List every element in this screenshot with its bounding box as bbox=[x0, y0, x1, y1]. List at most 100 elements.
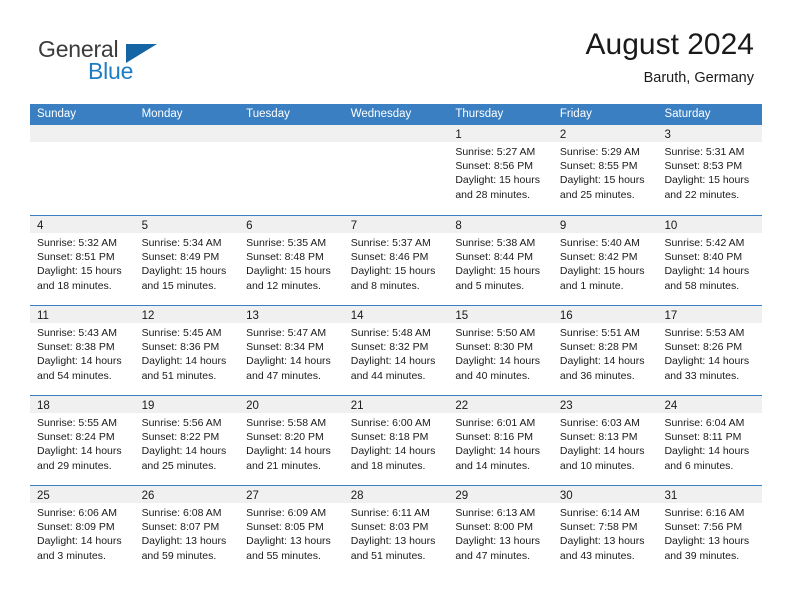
weekday-sunday: Sunday bbox=[37, 108, 77, 120]
day-number: 3 bbox=[664, 129, 671, 141]
daylight-text: Daylight: 13 hours and 55 minutes. bbox=[246, 535, 331, 562]
day-cell[interactable]: 29 Sunrise: 6:13 AM Sunset: 8:00 PM Dayligh… bbox=[448, 486, 553, 575]
daylight-text: Daylight: 14 hours and 6 minutes. bbox=[664, 445, 750, 472]
day-cell[interactable]: 25 Sunrise: 6:06 AM Sunset: 8:09 PM Dayligh… bbox=[30, 486, 135, 575]
day-cell[interactable]: 6 Sunrise: 5:35 AM Sunset: 8:48 PM Daylight… bbox=[239, 216, 344, 305]
sunset-text: Sunset: 8:34 PM bbox=[246, 341, 324, 354]
day-cell[interactable]: 26 Sunrise: 6:08 AM Sunset: 8:07 PM Dayligh… bbox=[134, 486, 240, 575]
title-block: August 2024 Baruth, Germany bbox=[586, 26, 754, 88]
day-number: 2 bbox=[559, 129, 567, 141]
day-sun-info: Sunrise: 5:32 AM Sunset: 8:51 PM Daylight:… bbox=[30, 233, 135, 293]
day-number: 8 bbox=[455, 220, 462, 232]
day-sun-info: Sunrise: 5:50 AM Sunset: 8:30 PM Daylight:… bbox=[448, 323, 553, 383]
calendar-grid: Sunday Monday Tuesday Wednesday Thursday… bbox=[30, 104, 763, 575]
day-cell[interactable]: 24 Sunrise: 6:04 AM Sunset: 8:11 PM Dayligh… bbox=[657, 396, 763, 485]
day-number-strip: 18 bbox=[30, 396, 135, 413]
day-cell[interactable]: 27 Sunrise: 6:09 AM Sunset: 8:05 PM Dayligh… bbox=[239, 486, 344, 575]
day-sun-info: Sunrise: 5:55 AM Sunset: 8:24 PM Daylight:… bbox=[30, 413, 135, 473]
brand-logo[interactable]: General Blue bbox=[38, 36, 268, 92]
day-cell[interactable]: 23 Sunrise: 6:03 AM Sunset: 8:13 PM Dayligh… bbox=[552, 396, 658, 485]
day-number-strip: 10 bbox=[657, 216, 763, 233]
day-cell[interactable]: 28 Sunrise: 6:11 AM Sunset: 8:03 PM Dayligh… bbox=[343, 486, 449, 575]
day-cell[interactable]: 15 Sunrise: 5:50 AM Sunset: 8:30 PM Dayligh… bbox=[448, 306, 553, 395]
day-cell[interactable]: 22 Sunrise: 6:01 AM Sunset: 8:16 PM Dayligh… bbox=[448, 396, 553, 485]
day-cell[interactable]: 14 Sunrise: 5:48 AM Sunset: 8:32 PM Dayligh… bbox=[343, 306, 449, 395]
day-cell-empty bbox=[134, 125, 240, 214]
day-number: 5 bbox=[141, 220, 148, 232]
sunrise-text: Sunrise: 5:27 AM bbox=[455, 146, 536, 158]
day-cell[interactable]: 18 Sunrise: 5:55 AM Sunset: 8:24 PM Dayligh… bbox=[30, 396, 135, 485]
day-cell[interactable]: 7 Sunrise: 5:37 AM Sunset: 8:46 PM Daylight… bbox=[343, 216, 449, 305]
weekday-saturday: Saturday bbox=[664, 108, 711, 120]
day-cell[interactable]: 16 Sunrise: 5:51 AM Sunset: 8:28 PM Dayligh… bbox=[552, 306, 658, 395]
daylight-text: Daylight: 15 hours and 5 minutes. bbox=[455, 265, 540, 292]
day-sun-info: Sunrise: 5:48 AM Sunset: 8:32 PM Daylight:… bbox=[344, 323, 449, 383]
day-number-strip: 6 bbox=[239, 216, 344, 233]
sunrise-text: Sunrise: 5:51 AM bbox=[559, 327, 640, 339]
day-cell[interactable]: 3 Sunrise: 5:31 AM Sunset: 8:53 PM Daylight… bbox=[657, 125, 763, 214]
daylight-text: Daylight: 15 hours and 8 minutes. bbox=[350, 265, 436, 292]
day-cell[interactable]: 20 Sunrise: 5:58 AM Sunset: 8:20 PM Dayligh… bbox=[239, 396, 344, 485]
daylight-text: Daylight: 14 hours and 25 minutes. bbox=[141, 445, 227, 472]
day-number-strip: 30 bbox=[552, 486, 658, 503]
sunset-text: Sunset: 8:28 PM bbox=[559, 341, 638, 354]
day-sun-info: Sunrise: 6:08 AM Sunset: 8:07 PM Daylight:… bbox=[135, 503, 240, 563]
day-cell[interactable]: 5 Sunrise: 5:34 AM Sunset: 8:49 PM Daylight… bbox=[134, 216, 240, 305]
day-cell[interactable]: 4 Sunrise: 5:32 AM Sunset: 8:51 PM Daylight… bbox=[30, 216, 135, 305]
sunset-text: Sunset: 8:46 PM bbox=[350, 251, 429, 264]
sunrise-text: Sunrise: 6:13 AM bbox=[455, 507, 536, 519]
day-cell[interactable]: 8 Sunrise: 5:38 AM Sunset: 8:44 PM Daylight… bbox=[448, 216, 553, 305]
sunset-text: Sunset: 8:32 PM bbox=[350, 341, 429, 354]
sunrise-text: Sunrise: 6:14 AM bbox=[559, 507, 640, 519]
day-cell[interactable]: 30 Sunrise: 6:14 AM Sunset: 7:58 PM Dayligh… bbox=[552, 486, 658, 575]
day-cell[interactable]: 12 Sunrise: 5:45 AM Sunset: 8:36 PM Dayligh… bbox=[134, 306, 240, 395]
day-sun-info: Sunrise: 5:53 AM Sunset: 8:26 PM Daylight:… bbox=[657, 323, 762, 383]
daylight-text: Daylight: 15 hours and 1 minute. bbox=[559, 265, 645, 292]
day-number-strip: 1 bbox=[448, 125, 553, 142]
day-number: 26 bbox=[141, 490, 155, 502]
daylight-text: Daylight: 15 hours and 18 minutes. bbox=[37, 265, 122, 292]
day-sun-info: Sunrise: 5:51 AM Sunset: 8:28 PM Daylight:… bbox=[553, 323, 658, 383]
day-number-strip: 8 bbox=[448, 216, 553, 233]
daylight-text: Daylight: 14 hours and 10 minutes. bbox=[559, 445, 645, 472]
day-number-strip: 16 bbox=[552, 306, 658, 323]
day-number: 30 bbox=[559, 490, 573, 502]
day-number-strip: 24 bbox=[657, 396, 763, 413]
day-cell[interactable]: 10 Sunrise: 5:42 AM Sunset: 8:40 PM Dayligh… bbox=[657, 216, 763, 305]
day-cell[interactable]: 9 Sunrise: 5:40 AM Sunset: 8:42 PM Daylight… bbox=[552, 216, 658, 305]
day-number: 18 bbox=[37, 400, 50, 412]
sunset-text: Sunset: 8:40 PM bbox=[664, 251, 743, 264]
sunrise-text: Sunrise: 6:01 AM bbox=[455, 417, 536, 429]
day-cell[interactable]: 13 Sunrise: 5:47 AM Sunset: 8:34 PM Dayligh… bbox=[239, 306, 344, 395]
day-number: 14 bbox=[350, 310, 364, 322]
sunrise-text: Sunrise: 6:11 AM bbox=[350, 507, 430, 519]
sunrise-text: Sunrise: 6:09 AM bbox=[246, 507, 327, 519]
day-number: 27 bbox=[246, 490, 259, 502]
day-number-strip: 12 bbox=[134, 306, 240, 323]
day-cell[interactable]: 21 Sunrise: 6:00 AM Sunset: 8:18 PM Dayligh… bbox=[343, 396, 449, 485]
day-sun-info: Sunrise: 6:03 AM Sunset: 8:13 PM Daylight:… bbox=[553, 413, 658, 473]
daylight-text: Daylight: 14 hours and 58 minutes. bbox=[664, 265, 750, 292]
day-number: 6 bbox=[246, 220, 253, 232]
sunset-text: Sunset: 7:58 PM bbox=[559, 521, 638, 534]
calendar-page: General Blue August 2024 Baruth, Germany… bbox=[0, 0, 792, 612]
sunset-text: Sunset: 8:09 PM bbox=[37, 521, 115, 534]
day-number-strip: 25 bbox=[30, 486, 135, 503]
day-cell[interactable]: 31 Sunrise: 6:16 AM Sunset: 7:56 PM Dayligh… bbox=[657, 486, 763, 575]
day-cell[interactable]: 11 Sunrise: 5:43 AM Sunset: 8:38 PM Dayligh… bbox=[30, 306, 135, 395]
day-cell[interactable]: 1 Sunrise: 5:27 AM Sunset: 8:56 PM Daylight… bbox=[448, 125, 553, 214]
day-sun-info: Sunrise: 5:31 AM Sunset: 8:53 PM Daylight:… bbox=[657, 142, 762, 202]
sunrise-text: Sunrise: 6:08 AM bbox=[141, 507, 222, 519]
day-sun-info: Sunrise: 5:42 AM Sunset: 8:40 PM Daylight:… bbox=[657, 233, 762, 293]
day-cell[interactable]: 17 Sunrise: 5:53 AM Sunset: 8:26 PM Dayligh… bbox=[657, 306, 763, 395]
sunrise-text: Sunrise: 5:38 AM bbox=[455, 237, 536, 249]
page-subtitle: Baruth, Germany bbox=[643, 70, 754, 86]
sunrise-text: Sunrise: 5:32 AM bbox=[37, 237, 117, 249]
day-cell[interactable]: 19 Sunrise: 5:56 AM Sunset: 8:22 PM Dayligh… bbox=[134, 396, 240, 485]
brand-name-blue: Blue bbox=[88, 58, 134, 84]
day-number: 7 bbox=[350, 220, 358, 232]
day-number-strip: 9 bbox=[552, 216, 658, 233]
day-cell[interactable]: 2 Sunrise: 5:29 AM Sunset: 8:55 PM Daylight… bbox=[552, 125, 658, 214]
sunrise-text: Sunrise: 5:34 AM bbox=[141, 237, 222, 249]
sunset-text: Sunset: 8:53 PM bbox=[664, 160, 743, 173]
